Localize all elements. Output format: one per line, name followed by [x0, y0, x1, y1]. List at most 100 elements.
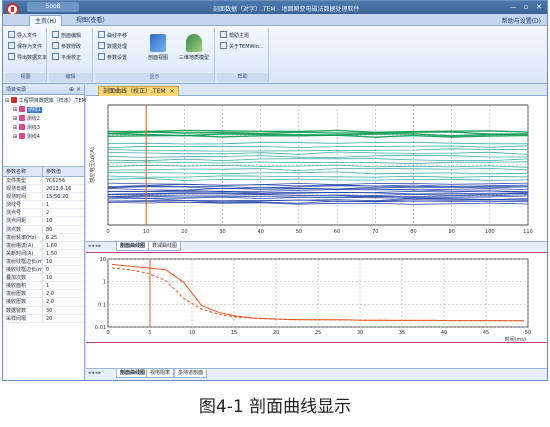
- property-row[interactable]: 测点数 80: [3, 225, 84, 234]
- ribbon-item-param-modify[interactable]: 参数修改: [52, 42, 81, 53]
- property-row[interactable]: 采样间隔 20: [3, 314, 84, 323]
- property-value[interactable]: 1.60: [43, 242, 84, 249]
- pin-icon[interactable]: ⊕ ×: [69, 85, 81, 95]
- tree-node-line1[interactable]: ⊞ 测线1: [5, 106, 82, 115]
- profile-curve-chart: 0 10 20 30 40 50 60 70 80 90 100 110 感应电压(uV/A) ◂◂◂▸…: [86, 97, 547, 343]
- tab-home[interactable]: 主页(H): [29, 15, 63, 26]
- ribbon-tabs: 主页(H) 视图(查看) 帮助与设置(D): [3, 14, 547, 26]
- ribbon-item-about[interactable]: 关于TEMWin...: [220, 42, 264, 53]
- property-row[interactable]: 关断时间(A) 1.50: [3, 249, 84, 258]
- property-value[interactable]: 10: [43, 217, 84, 224]
- property-row[interactable]: 发射匝数 2.0: [3, 290, 84, 299]
- ribbon-group-title: 显示: [95, 73, 214, 82]
- ribbon-item-smooth[interactable]: 平滑校正: [52, 53, 81, 64]
- sheet-tab-profile[interactable]: 剖面曲线图: [116, 242, 150, 251]
- property-value[interactable]: 15:50:20: [43, 193, 84, 200]
- 3d-model-button[interactable]: 三维地质模型: [177, 34, 211, 68]
- ribbon-item-profile-edit[interactable]: 剖面编辑: [52, 31, 81, 42]
- tree-node-line2[interactable]: ⊞ 测线2: [5, 115, 82, 124]
- x-tick-label: 45: [483, 330, 489, 336]
- property-name: 测点号: [3, 209, 43, 217]
- ribbon-item-param-settings[interactable]: 参数设置: [98, 53, 127, 64]
- expand-icon[interactable]: ⊞: [13, 125, 17, 131]
- sheet-nav-arrows[interactable]: ◂◂◂▸: [88, 242, 102, 251]
- sheet-tab-decay[interactable]: 衰减曲线图: [148, 242, 182, 251]
- property-value[interactable]: 1: [43, 282, 84, 289]
- property-value[interactable]: 30: [43, 307, 84, 314]
- ribbon-group-title: 帮助: [217, 73, 268, 82]
- x-tick-label: 30: [357, 330, 363, 336]
- ribbon-item-save[interactable]: 保存为文件: [8, 42, 42, 53]
- property-name: 叠加次数: [3, 274, 43, 282]
- property-value[interactable]: YC6256: [43, 177, 84, 184]
- property-value[interactable]: 10: [43, 274, 84, 281]
- ribbon-item-data-process[interactable]: 数据处理: [98, 42, 127, 53]
- property-value[interactable]: 2: [43, 209, 84, 216]
- property-row[interactable]: 观测时间 15:50:20: [3, 193, 84, 202]
- expand-icon[interactable]: ⊟: [5, 98, 9, 104]
- property-value[interactable]: 0: [43, 266, 84, 273]
- expand-icon[interactable]: ⊞: [13, 116, 17, 122]
- sheet-tab-profile-bottom[interactable]: 剖面曲线图: [116, 369, 150, 378]
- property-row[interactable]: 发射频率(Hz) 6.25: [3, 233, 84, 242]
- property-name: 接收匝数: [3, 298, 43, 306]
- project-panel: 项目资源 ⊕ × ⊟ 工程项目数据库（样本）.TEM ⊞ 测线1 ⊞ 测线2 ⊞…: [3, 85, 86, 380]
- document-tab-bar: 剖面曲线（校正）.TEM ×: [86, 85, 547, 96]
- tree-node-line4[interactable]: ⊞ 测线4: [5, 133, 82, 142]
- property-row[interactable]: 发射电流(A) 1.60: [3, 241, 84, 250]
- ribbon-item-help-topics[interactable]: 帮助主题: [220, 31, 249, 42]
- tree-node-line3[interactable]: ⊞ 测线3: [5, 124, 82, 133]
- tree-node-root[interactable]: ⊟ 工程项目数据库（样本）.TEM: [5, 97, 86, 106]
- property-row[interactable]: 测线号 1: [3, 201, 84, 210]
- x-tick-label: 70: [372, 229, 378, 235]
- process-icon: [98, 42, 105, 49]
- tab-view[interactable]: 视图(查看): [71, 15, 110, 26]
- property-row[interactable]: 测点号 2: [3, 209, 84, 218]
- document-tab[interactable]: 剖面曲线（校正）.TEM ×: [98, 86, 179, 96]
- property-value[interactable]: 2013.6.16: [43, 185, 84, 192]
- expand-icon[interactable]: ⊞: [13, 107, 17, 113]
- property-value[interactable]: 2.0: [43, 298, 84, 305]
- y-axis-label: 感应电压(uV/A): [89, 147, 96, 183]
- ribbon-item-curve-shift[interactable]: 曲线平移: [98, 31, 127, 42]
- property-row[interactable]: 文件类型 YC6256: [3, 177, 84, 186]
- property-row[interactable]: 测点间距 10: [3, 217, 84, 226]
- property-value[interactable]: 2.0: [43, 290, 84, 297]
- property-value[interactable]: 1.50: [43, 250, 84, 257]
- property-name: 测线号: [3, 201, 43, 209]
- help-settings-menu[interactable]: 帮助与设置(D): [502, 16, 541, 25]
- property-value[interactable]: 80: [43, 226, 84, 233]
- sheet-tab-multichannel[interactable]: 多测道剖面: [174, 369, 208, 378]
- property-value[interactable]: 10: [43, 258, 84, 265]
- property-row[interactable]: 接收面积 1: [3, 282, 84, 291]
- profile-view-button[interactable]: 剖面视图: [141, 34, 175, 68]
- close-button[interactable]: ✕: [533, 2, 545, 12]
- property-value[interactable]: 6.25: [43, 234, 84, 241]
- maximize-button[interactable]: ▫: [520, 2, 532, 12]
- profile-curve-plot: 0 10 20 30 40 50 60 70 80 90 100 110 感应电压(uV/A): [89, 104, 533, 235]
- property-row[interactable]: 数据窗数 30: [3, 306, 84, 315]
- close-tab-icon[interactable]: ×: [170, 87, 175, 96]
- property-row[interactable]: 接收线框边长(m) 0: [3, 266, 84, 275]
- x-axis-label: 时间(ms): [505, 336, 526, 343]
- property-row[interactable]: 观测日期 2013.6.16: [3, 185, 84, 194]
- property-value[interactable]: 1: [43, 201, 84, 208]
- property-name: 接收面积: [3, 282, 43, 290]
- property-name: 采样间隔: [3, 314, 43, 322]
- property-row[interactable]: 叠加次数 10: [3, 274, 84, 283]
- minimize-button[interactable]: —: [507, 2, 519, 12]
- property-row[interactable]: 接收匝数 2.0: [3, 298, 84, 307]
- decay-curve-chart: 0 5 10 15 20 25 30 35 40 45 50 10 1 0.1 0.01 时间(ms): [86, 253, 547, 365]
- sheet-tab-resistivity[interactable]: 视电阻率: [146, 369, 175, 378]
- y-tick-label: 10: [100, 257, 106, 263]
- property-value[interactable]: 20: [43, 315, 84, 322]
- ribbon-item-import[interactable]: 导入文件: [8, 31, 37, 42]
- property-name: 观测日期: [3, 185, 43, 193]
- property-row[interactable]: 发射线框边长(m) 10: [3, 257, 84, 267]
- ribbon-group-title: 视图: [5, 73, 46, 82]
- application-window: 5oo8 剖面数据（对字）.TEM - 地面瞬变电磁法数据处理软件 — ▫ ✕ …: [2, 0, 548, 381]
- ribbon-item-export[interactable]: 导出数据文本: [8, 53, 47, 64]
- expand-icon[interactable]: ⊞: [13, 134, 17, 140]
- sheet-nav-arrows[interactable]: ◂◂◂▸: [88, 369, 102, 378]
- quick-access-toolbar[interactable]: 5oo8: [27, 2, 79, 12]
